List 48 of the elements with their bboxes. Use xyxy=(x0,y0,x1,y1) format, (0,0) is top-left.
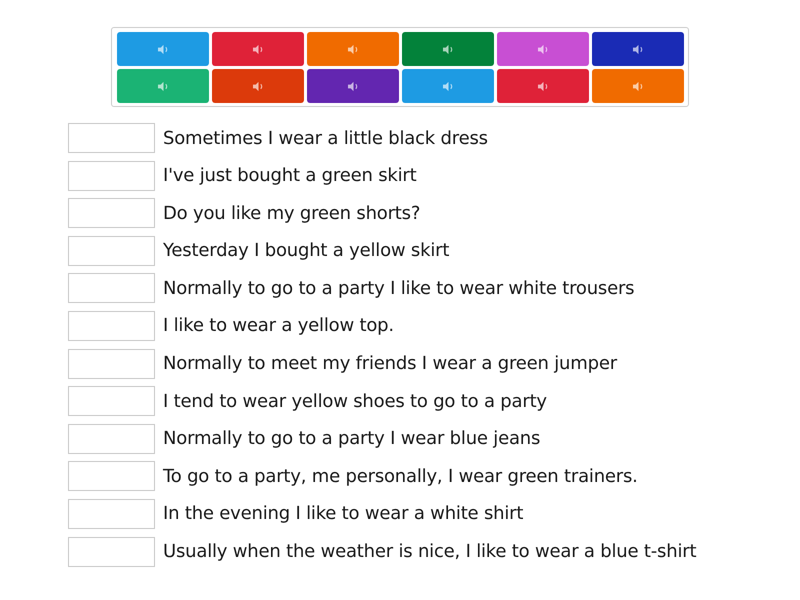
sentence: Normally to meet my friends I wear a green jumper xyxy=(163,353,617,374)
audio-tile[interactable] xyxy=(402,32,494,66)
audio-tile[interactable] xyxy=(307,32,399,66)
drop-box[interactable] xyxy=(68,236,155,266)
speaker-icon xyxy=(536,80,550,92)
audio-tile[interactable] xyxy=(212,32,304,66)
drop-box[interactable] xyxy=(68,310,155,341)
speaker-icon xyxy=(632,80,644,92)
sentence: Yesterday I bought a yellow skirt xyxy=(163,240,450,262)
speaker-icon xyxy=(346,44,360,54)
audio-tile[interactable] xyxy=(307,69,399,103)
drop-box[interactable] xyxy=(68,273,155,304)
speaker-icon xyxy=(346,80,360,92)
drop-box[interactable] xyxy=(68,424,155,454)
speaker-icon xyxy=(632,44,644,54)
sentence: Do you like my green shorts? xyxy=(163,202,420,224)
audio-tile[interactable] xyxy=(212,69,304,103)
audio-tile[interactable] xyxy=(402,69,494,103)
sentence: Sometimes I wear a little black dress xyxy=(163,128,488,148)
audio-tile[interactable] xyxy=(117,69,209,103)
speaker-icon xyxy=(442,80,454,92)
drop-box[interactable] xyxy=(68,386,155,416)
sentence: In the evening I like to wear a white shirt xyxy=(163,503,524,524)
drop-box[interactable] xyxy=(68,461,155,492)
sentence: Normally to go to a party I like to wear white trousers xyxy=(163,278,634,299)
speaker-icon xyxy=(156,44,170,54)
audio-tile[interactable] xyxy=(497,69,589,103)
sentence: Usually when the weather is nice, I like to wear a blue t-shirt xyxy=(163,541,696,562)
drop-box[interactable] xyxy=(68,123,155,153)
sentence: Normally to go to a party I wear blue jeans xyxy=(163,428,540,450)
sentence: I tend to wear yellow shoes to go to a party xyxy=(163,390,547,412)
audio-tile[interactable] xyxy=(497,32,589,66)
speaker-icon xyxy=(252,44,264,54)
drop-box[interactable] xyxy=(68,160,155,191)
sentence: I like to wear a yellow top. xyxy=(163,315,394,336)
drop-box[interactable] xyxy=(68,348,155,379)
audio-tile[interactable] xyxy=(592,69,684,103)
speaker-icon xyxy=(156,80,170,92)
audio-tile[interactable] xyxy=(117,32,209,66)
speaker-icon xyxy=(442,44,454,54)
speaker-icon xyxy=(536,44,550,54)
drop-box[interactable] xyxy=(68,498,155,529)
drop-box[interactable] xyxy=(68,536,155,567)
sentence: To go to a party, me personally, I wear green trainers. xyxy=(163,466,638,487)
speaker-icon xyxy=(252,80,264,92)
audio-tile[interactable] xyxy=(592,32,684,66)
sentence: I've just bought a green skirt xyxy=(163,165,416,186)
drop-box[interactable] xyxy=(68,198,155,228)
